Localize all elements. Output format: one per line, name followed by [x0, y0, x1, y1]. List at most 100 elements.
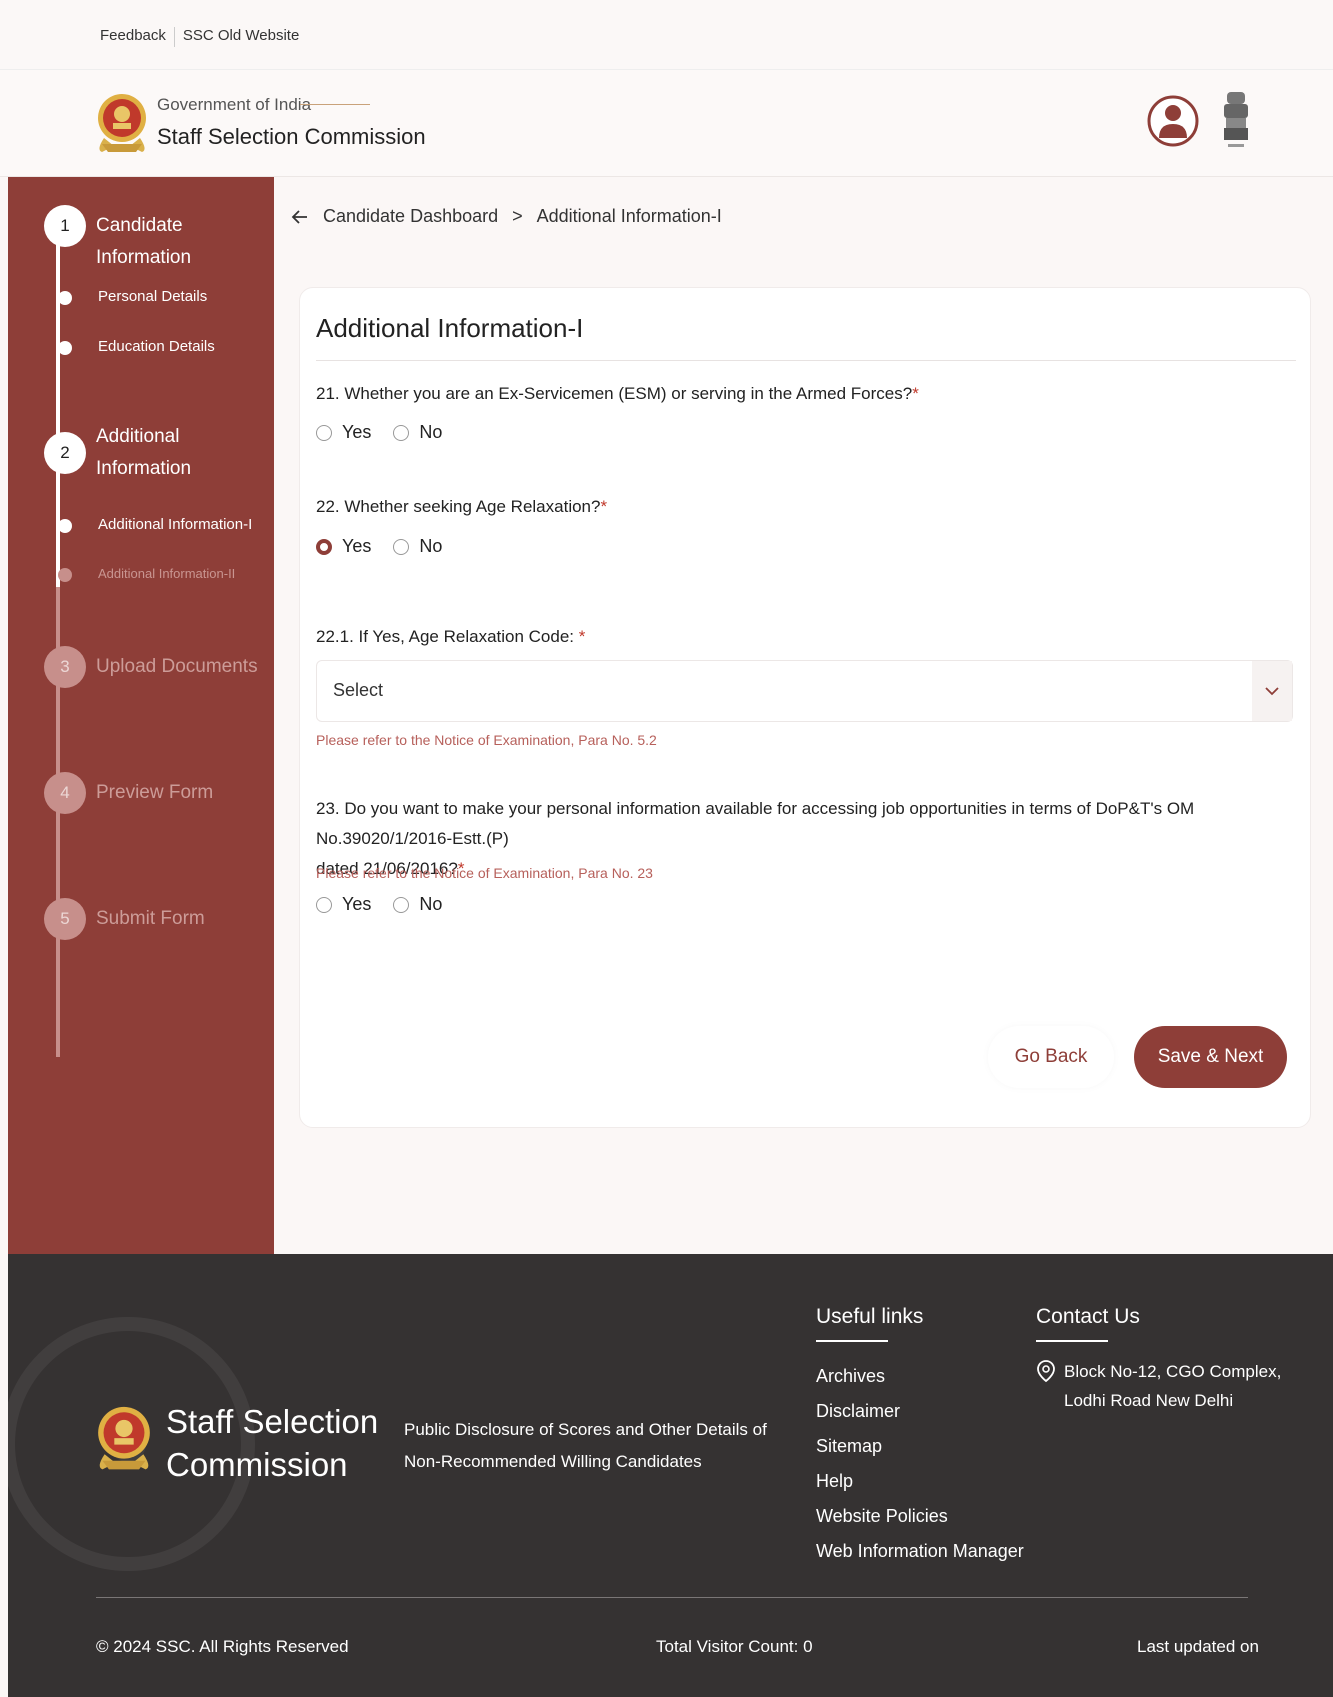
- org-name: Staff Selection Commission: [157, 124, 426, 149]
- radio-group-22: Yes No: [316, 536, 464, 557]
- national-emblem-icon: [1224, 92, 1248, 147]
- top-utility-bar: Feedback SSC Old Website: [0, 0, 1333, 70]
- feedback-link[interactable]: Feedback: [100, 27, 166, 47]
- step-5-label[interactable]: Submit Form: [96, 903, 205, 935]
- radio-label: Yes: [342, 894, 372, 914]
- progress-sidebar: 1 Candidate Information Personal Details…: [8, 177, 274, 1254]
- useful-links-list: Archives Disclaimer Sitemap Help Website…: [816, 1359, 1024, 1569]
- footer-link-web-information-manager[interactable]: Web Information Manager: [816, 1534, 1024, 1569]
- sidebar-item-additional-info-1[interactable]: Additional Information-I: [98, 516, 252, 533]
- breadcrumb: Candidate Dashboard > Additional Informa…: [291, 206, 722, 227]
- radio-label: No: [419, 536, 443, 556]
- useful-links-heading: Useful links: [816, 1305, 924, 1328]
- footer-divider: [96, 1597, 1248, 1598]
- radio-23-yes[interactable]: Yes: [316, 894, 371, 915]
- step-2-label[interactable]: Additional Information: [96, 421, 256, 485]
- step-1-circle: 1: [44, 205, 86, 247]
- required-mark: *: [578, 627, 586, 646]
- contact-heading: Contact Us: [1036, 1305, 1140, 1328]
- sub-dot-additional-2: [58, 568, 72, 582]
- underline: [816, 1340, 888, 1342]
- footer-link-website-policies[interactable]: Website Policies: [816, 1499, 1024, 1534]
- radio-circle[interactable]: [316, 896, 332, 913]
- question-21-text: 21. Whether you are an Ex-Servicemen (ES…: [316, 384, 913, 403]
- radio-label: No: [419, 422, 443, 442]
- footer-link-disclaimer[interactable]: Disclaimer: [816, 1394, 1024, 1429]
- radio-23-no[interactable]: No: [393, 894, 442, 915]
- step-5-circle: 5: [44, 898, 86, 940]
- hint-23: Please refer to the Notice of Examinatio…: [316, 865, 653, 881]
- radio-22-no[interactable]: No: [393, 536, 442, 557]
- location-pin-icon: [1037, 1360, 1055, 1383]
- hint-22-1: Please refer to the Notice of Examinatio…: [316, 732, 657, 748]
- footer-org-line2: Commission: [166, 1446, 348, 1483]
- sidebar-item-additional-info-2[interactable]: Additional Information-II: [98, 566, 235, 581]
- copyright-text: © 2024 SSC. All Rights Reserved: [96, 1637, 349, 1656]
- public-disclosure-link[interactable]: Public Disclosure of Scores and Other De…: [404, 1414, 784, 1478]
- question-22-text: 22. Whether seeking Age Relaxation?: [316, 497, 601, 516]
- divider: [316, 360, 1296, 361]
- radio-circle[interactable]: [393, 538, 410, 555]
- radio-circle-selected[interactable]: [316, 538, 332, 555]
- breadcrumb-current: Additional Information-I: [536, 206, 722, 226]
- radio-circle[interactable]: [393, 896, 410, 913]
- footer-org-name: Staff Selection Commission: [166, 1400, 378, 1486]
- required-mark: *: [912, 384, 919, 403]
- address-line1: Block No-12, CGO Complex,: [1064, 1362, 1282, 1381]
- page-title: Additional Information-I: [316, 313, 584, 343]
- divider: [173, 27, 175, 47]
- radio-22-yes[interactable]: Yes: [316, 536, 371, 557]
- government-of-india-text: Government of India: [157, 95, 312, 114]
- step-3-label[interactable]: Upload Documents: [96, 651, 258, 683]
- question-21: 21. Whether you are an Ex-Servicemen (ES…: [316, 384, 919, 404]
- footer-link-sitemap[interactable]: Sitemap: [816, 1429, 1024, 1464]
- contact-address: Block No-12, CGO Complex, Lodhi Road New…: [1064, 1357, 1281, 1415]
- breadcrumb-separator: >: [512, 206, 523, 226]
- radio-label: Yes: [342, 422, 372, 442]
- question-22-1-text: 22.1. If Yes, Age Relaxation Code:: [316, 627, 579, 646]
- decorative-line: [300, 104, 370, 105]
- save-next-button[interactable]: Save & Next: [1134, 1026, 1287, 1088]
- step-1-label[interactable]: Candidate Information: [96, 210, 274, 274]
- radio-circle[interactable]: [393, 424, 410, 441]
- sidebar-item-personal-details[interactable]: Personal Details: [98, 288, 207, 305]
- sub-dot-education: [58, 341, 72, 355]
- radio-21-no[interactable]: No: [393, 422, 442, 443]
- footer-ssc-logo-icon[interactable]: [96, 1398, 152, 1474]
- chevron-down-icon[interactable]: [1252, 661, 1292, 721]
- radio-group-23: Yes No: [316, 894, 464, 915]
- question-22-1: 22.1. If Yes, Age Relaxation Code: *: [316, 627, 585, 647]
- sub-dot-personal: [58, 291, 72, 305]
- footer-org-line1: Staff Selection: [166, 1403, 379, 1440]
- select-value: Select: [333, 680, 384, 700]
- step-3-circle: 3: [44, 646, 86, 688]
- radio-circle[interactable]: [316, 424, 332, 441]
- sub-dot-additional-1: [58, 519, 72, 533]
- step-4-circle: 4: [44, 772, 86, 814]
- last-updated: Last updated on: [1137, 1637, 1259, 1656]
- radio-21-yes[interactable]: Yes: [316, 422, 371, 443]
- breadcrumb-dashboard-link[interactable]: Candidate Dashboard: [323, 206, 498, 227]
- step-2-circle: 2: [44, 432, 86, 474]
- question-23-line1: 23. Do you want to make your personal in…: [316, 799, 1195, 848]
- radio-label: Yes: [342, 536, 372, 556]
- footer-link-archives[interactable]: Archives: [816, 1359, 1024, 1394]
- utility-links: Feedback SSC Old Website: [100, 27, 299, 47]
- visitor-count: Total Visitor Count: 0: [656, 1637, 813, 1656]
- progress-line: [56, 217, 60, 587]
- required-mark: *: [600, 497, 608, 516]
- sidebar-item-education-details[interactable]: Education Details: [98, 338, 215, 355]
- step-4-label[interactable]: Preview Form: [96, 777, 213, 809]
- old-website-link[interactable]: SSC Old Website: [183, 27, 299, 47]
- address-line2: Lodhi Road New Delhi: [1064, 1391, 1234, 1410]
- age-relaxation-code-select[interactable]: Select: [316, 660, 1293, 722]
- underline: [1036, 1340, 1108, 1342]
- back-arrow-icon[interactable]: [291, 208, 309, 226]
- question-22: 22. Whether seeking Age Relaxation?*: [316, 497, 607, 517]
- footer-link-help[interactable]: Help: [816, 1464, 1024, 1499]
- radio-group-21: Yes No: [316, 422, 464, 443]
- radio-label: No: [419, 894, 443, 914]
- user-avatar-icon[interactable]: [1147, 86, 1199, 156]
- ssc-logo-icon[interactable]: [96, 86, 148, 156]
- go-back-button[interactable]: Go Back: [988, 1026, 1114, 1088]
